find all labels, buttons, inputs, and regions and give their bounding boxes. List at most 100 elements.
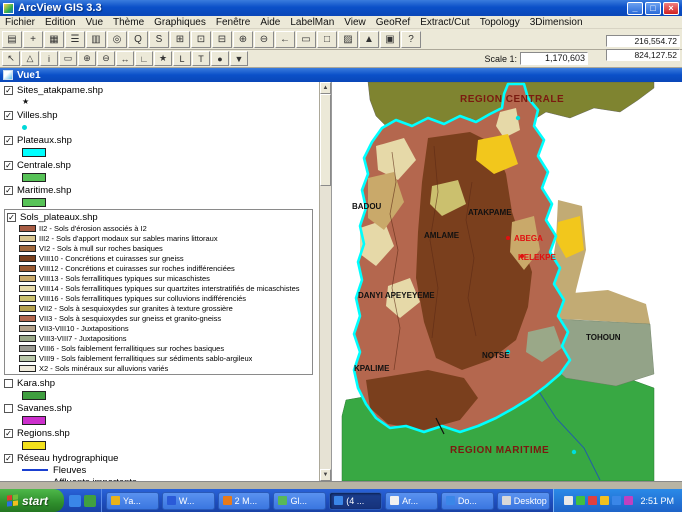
menu-item[interactable]: Edition [40,17,81,28]
tool-dropdown[interactable]: ▼ [230,51,248,66]
layer-checkbox[interactable]: ✓ [4,111,13,120]
start-button[interactable]: start [0,489,64,512]
map-canvas[interactable]: REGION CENTRALE BADOU ATAKPAME AMLAME AB… [332,82,682,481]
label-tool[interactable]: L [173,51,191,66]
layer-checkbox[interactable]: ✓ [4,136,13,145]
pan-tool[interactable]: ↔ [116,51,134,66]
layer-name[interactable]: Sols_plateaux.shp [20,212,98,223]
clear-selection-button[interactable]: □ [317,31,337,48]
tray-icon-4[interactable] [600,496,609,505]
attributes-button[interactable]: ▨ [338,31,358,48]
layer-checkbox[interactable]: ✓ [4,161,13,170]
layer-checkbox[interactable]: ✓ [4,186,13,195]
menu-item[interactable]: Fenêtre [211,17,255,28]
task-gl[interactable]: Gl... [273,492,326,510]
layer-name[interactable]: Maritime.shp [17,185,71,196]
vertex-edit-tool[interactable]: △ [21,51,39,66]
layer-checkbox[interactable] [4,379,13,388]
scroll-down-button[interactable]: ▼ [320,469,331,481]
close-button[interactable]: × [663,2,679,15]
layer-name[interactable]: Savanes.shp [17,403,72,414]
task-group-4[interactable]: (4 ... [329,492,382,510]
task-desktop-toolbar[interactable]: Desktop [497,492,550,510]
vue1-titlebar[interactable]: Vue1 [0,68,682,82]
quick-launch-browser[interactable] [69,495,81,507]
layer-name[interactable]: Regions.shp [17,428,70,439]
select-box-tool[interactable]: ▭ [59,51,77,66]
layer-name[interactable]: Villes.shp [17,110,58,121]
layer-checkbox[interactable]: ✓ [4,454,13,463]
toc-scrollbar[interactable]: ▲ ▼ [319,82,331,481]
sql-connect-button[interactable]: S [149,31,169,48]
task-group-2m[interactable]: 2 M... [218,492,271,510]
tray-icon-1[interactable] [564,496,573,505]
save-project-button[interactable]: ▤ [2,31,22,48]
task-icon [446,496,455,505]
layer-checkbox[interactable] [4,404,13,413]
menu-item[interactable]: View [339,17,371,28]
chart-button[interactable]: ▲ [359,31,379,48]
minimize-button[interactable]: _ [627,2,643,15]
menu-item[interactable]: Fichier [0,17,40,28]
find-button[interactable]: ◎ [107,31,127,48]
zoom-out-button[interactable]: ⊖ [254,31,274,48]
zoom-full-extent-button[interactable]: ⊞ [170,31,190,48]
menu-item[interactable]: Aide [255,17,285,28]
query-builder-button[interactable]: Q [128,31,148,48]
tray-icon-5[interactable] [612,496,621,505]
tool-button-icon: T [198,54,204,64]
ville-dot[interactable] [516,116,520,120]
zoom-in-button[interactable]: ⊕ [233,31,253,48]
tray-icon-2[interactable] [576,496,585,505]
menu-item[interactable]: Topology [475,17,525,28]
open-theme-table-button[interactable]: ▥ [86,31,106,48]
zoom-selected-button[interactable]: ⊟ [212,31,232,48]
layer-name[interactable]: Kara.shp [17,378,55,389]
task-arcview[interactable]: Ar... [385,492,438,510]
layer-name[interactable]: Réseau hydrographique [17,453,118,464]
quick-launch-explorer[interactable] [84,495,96,507]
ville-dot[interactable] [572,450,576,454]
map-view[interactable]: REGION CENTRALE BADOU ATAKPAME AMLAME AB… [332,82,682,481]
menu-item[interactable]: Graphiques [149,17,211,28]
menu-item[interactable]: LabelMan [285,17,339,28]
scroll-up-button[interactable]: ▲ [320,82,331,94]
layer-name[interactable]: Sites_atakpame.shp [17,85,103,96]
zoom-previous-button[interactable]: ← [275,31,295,48]
identify-tool[interactable]: i [40,51,58,66]
layer-checkbox[interactable]: ✓ [7,213,16,222]
zoom-in-tool[interactable]: ⊕ [78,51,96,66]
task-yahoo[interactable]: Ya... [106,492,159,510]
select-features-button[interactable]: ▭ [296,31,316,48]
task-document[interactable]: Do... [441,492,494,510]
savanes-swatch [22,416,46,425]
task-word[interactable]: W... [162,492,215,510]
maximize-button[interactable]: □ [645,2,661,15]
tray-icon-6[interactable] [624,496,633,505]
scale-input[interactable]: 1,170,603 [520,52,588,65]
menu-item[interactable]: GeoRef [371,17,415,28]
menu-item[interactable]: 3Dimension [525,17,588,28]
hotlink-tool[interactable]: ★ [154,51,172,66]
zoom-active-theme-button[interactable]: ⊡ [191,31,211,48]
layer-checkbox[interactable]: ✓ [4,86,13,95]
layout-button[interactable]: ▣ [380,31,400,48]
draw-tool[interactable]: ● [211,51,229,66]
text-tool[interactable]: T [192,51,210,66]
zoom-out-tool[interactable]: ⊖ [97,51,115,66]
help-button[interactable]: ? [401,31,421,48]
layer-name[interactable]: Plateaux.shp [17,135,72,146]
measure-tool[interactable]: ∟ [135,51,153,66]
menu-item[interactable]: Thème [108,17,149,28]
tray-icon-3[interactable] [588,496,597,505]
menu-item[interactable]: Vue [81,17,108,28]
layer-name[interactable]: Centrale.shp [17,160,71,171]
menu-item[interactable]: Extract/Cut [415,17,474,28]
scroll-thumb[interactable] [320,94,331,186]
theme-properties-button[interactable]: ▦ [44,31,64,48]
site-dot[interactable] [506,236,510,240]
edit-legend-button[interactable]: ☰ [65,31,85,48]
layer-checkbox[interactable]: ✓ [4,429,13,438]
add-theme-button[interactable]: + [23,31,43,48]
pointer-tool[interactable]: ↖ [2,51,20,66]
